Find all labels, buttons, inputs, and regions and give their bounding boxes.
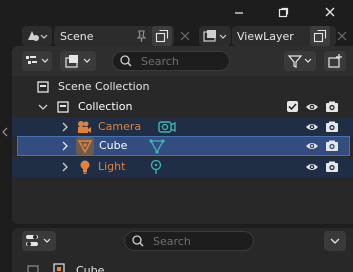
search-icon — [132, 235, 144, 247]
object-label-cube: Cube — [99, 139, 128, 152]
properties-search-input[interactable]: Search — [124, 231, 254, 251]
close-icon — [180, 31, 190, 41]
display-mode-button[interactable] — [60, 51, 96, 71]
camera-render-icon[interactable] — [325, 160, 339, 174]
delete-scene-button[interactable] — [176, 26, 194, 46]
camera-render-icon[interactable] — [325, 100, 339, 114]
chevron-down-icon[interactable] — [38, 102, 48, 112]
minimize-button[interactable] — [229, 3, 249, 21]
tool-tab-icon[interactable] — [26, 264, 40, 272]
delete-view-layer-button[interactable] — [334, 26, 350, 46]
object-label-light: Light — [98, 160, 126, 173]
outliner-object-row-light[interactable]: Light — [12, 157, 353, 177]
filter-funnel-icon — [287, 55, 312, 68]
outliner-object-row-cube[interactable]: Cube — [17, 136, 350, 156]
duplicate-icon — [313, 29, 327, 43]
eye-icon[interactable] — [305, 139, 319, 153]
scene-icon — [28, 31, 48, 41]
search-icon — [120, 55, 132, 67]
new-collection-icon — [328, 54, 342, 68]
mesh-icon-box — [76, 137, 94, 155]
properties-panel: Search Cube — [12, 228, 353, 272]
minimize-icon — [235, 12, 243, 14]
chevron-left-icon — [2, 127, 8, 137]
collection-row[interactable]: Collection — [12, 97, 353, 117]
scene-selector-bar: Scene ViewLayer — [0, 24, 353, 48]
view-layer-name-label: ViewLayer — [237, 29, 294, 43]
search-placeholder: Search — [141, 54, 179, 68]
maximize-icon — [278, 7, 289, 18]
object-icon — [53, 263, 65, 272]
camera-icon — [78, 121, 91, 133]
chevron-right-icon[interactable] — [60, 162, 70, 172]
sidebar-toggle[interactable] — [0, 122, 10, 142]
outliner-panel: Search Scene Collection Collection Camer… — [12, 46, 353, 224]
window-title-bar — [0, 0, 353, 24]
render-layers-icon — [65, 55, 91, 68]
scene-name-label: Scene — [60, 29, 94, 43]
camera-render-icon[interactable] — [325, 139, 339, 153]
light-data-icon[interactable] — [148, 159, 164, 175]
properties-options-button[interactable] — [324, 231, 346, 251]
pin-scene-button[interactable] — [132, 26, 150, 46]
view-layer-browse-button[interactable] — [199, 26, 231, 46]
eye-icon[interactable] — [305, 100, 319, 114]
outliner-object-row-camera[interactable]: Camera — [12, 117, 353, 137]
mesh-icon — [77, 140, 93, 154]
chevron-right-icon[interactable] — [60, 122, 70, 132]
chevron-right-icon[interactable] — [60, 141, 70, 151]
close-window-button[interactable] — [320, 3, 340, 21]
outliner-search-input[interactable]: Search — [112, 51, 230, 71]
editor-type-button[interactable] — [22, 51, 52, 71]
properties-editor-type-button[interactable] — [22, 231, 56, 251]
pin-icon — [136, 30, 147, 42]
close-icon — [325, 7, 335, 17]
collection-icon — [57, 101, 69, 113]
object-label-camera: Camera — [98, 120, 142, 133]
light-icon — [80, 160, 90, 174]
camera-data-icon[interactable] — [158, 119, 176, 135]
chevron-down-icon — [330, 238, 340, 244]
new-scene-button[interactable] — [152, 26, 172, 46]
eye-icon[interactable] — [305, 120, 319, 134]
collection-label: Collection — [78, 100, 133, 113]
close-icon — [337, 31, 347, 41]
mesh-data-icon[interactable] — [149, 138, 165, 154]
scene-collection-row[interactable]: Scene Collection — [12, 77, 353, 97]
maximize-button[interactable] — [273, 3, 293, 21]
scene-collection-label: Scene Collection — [58, 80, 150, 93]
scene-collection-icon — [37, 81, 49, 93]
new-view-layer-button[interactable] — [310, 26, 330, 46]
search-placeholder: Search — [153, 234, 191, 248]
active-object-label: Cube — [76, 264, 105, 272]
checkmark-icon — [288, 103, 297, 111]
exclude-checkbox[interactable] — [287, 101, 298, 112]
render-layers-icon — [203, 30, 227, 42]
eye-icon[interactable] — [305, 160, 319, 174]
new-collection-button[interactable] — [324, 51, 346, 71]
outliner-header: Search — [12, 46, 353, 76]
scene-browse-button[interactable] — [22, 26, 52, 46]
duplicate-icon — [155, 29, 169, 43]
camera-render-icon[interactable] — [325, 120, 339, 134]
outliner-icon — [26, 56, 49, 64]
filter-button[interactable] — [284, 51, 316, 71]
properties-icon — [26, 235, 51, 246]
